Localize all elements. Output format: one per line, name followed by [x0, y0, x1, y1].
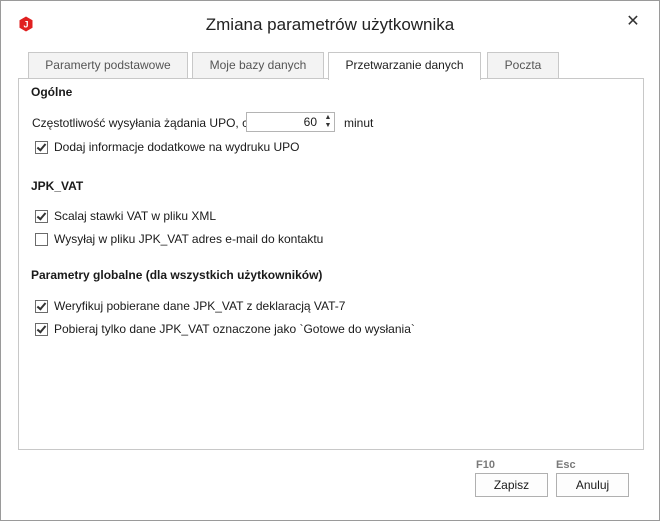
checkbox-only-ready-label: Pobieraj tylko dane JPK_VAT oznaczone ja… — [54, 322, 415, 336]
cancel-hotkey-hint: Esc — [556, 459, 576, 471]
upo-frequency-input[interactable] — [247, 113, 321, 131]
upo-frequency-unit: minut — [344, 116, 374, 130]
checkbox-only-ready-row[interactable]: Pobieraj tylko dane JPK_VAT oznaczone ja… — [35, 321, 415, 337]
tab-my-databases[interactable]: Moje bazy danych — [192, 52, 324, 78]
tab-basic-parameters[interactable]: Paramerty podstawowe — [28, 52, 188, 78]
dialog-title: Zmiana parametrów użytkownika — [205, 15, 455, 34]
checkbox-extra-info-row[interactable]: Dodaj informacje dodatkowe na wydruku UP… — [35, 139, 299, 155]
spinner-arrows: ▲ ▼ — [323, 114, 333, 130]
checkbox-merge-rates[interactable] — [35, 209, 48, 223]
save-button[interactable]: Zapisz — [475, 473, 548, 497]
checkbox-send-email-row[interactable]: Wysyłaj w pliku JPK_VAT adres e-mail do … — [35, 231, 323, 247]
tab-mail[interactable]: Poczta — [487, 52, 559, 78]
checkbox-send-email[interactable] — [35, 232, 48, 246]
tab-panel: Ogólne Częstotliwość wysyłania żądania U… — [18, 78, 644, 450]
checkbox-verify[interactable] — [35, 299, 48, 313]
checkbox-merge-rates-row[interactable]: Scalaj stawki VAT w pliku XML — [35, 208, 216, 224]
section-heading-jpk-vat: JPK_VAT — [31, 179, 84, 193]
checkbox-merge-rates-label: Scalaj stawki VAT w pliku XML — [54, 209, 217, 223]
tab-data-processing[interactable]: Przetwarzanie danych — [328, 52, 481, 80]
checkbox-only-ready[interactable] — [35, 322, 48, 336]
upo-frequency-label: Częstotliwość wysyłania żądania UPO, co — [32, 116, 255, 130]
close-icon[interactable]: ✕ — [625, 13, 641, 31]
upo-frequency-spinner[interactable]: ▲ ▼ — [246, 112, 335, 132]
section-heading-global: Parametry globalne (dla wszystkich użytk… — [31, 268, 323, 282]
spin-down-icon[interactable]: ▼ — [323, 122, 333, 130]
checkbox-verify-label: Weryfikuj pobierane dane JPK_VAT z dekla… — [54, 299, 346, 313]
checkbox-extra-info[interactable] — [35, 140, 48, 154]
cancel-button[interactable]: Anuluj — [556, 473, 629, 497]
checkbox-verify-row[interactable]: Weryfikuj pobierane dane JPK_VAT z dekla… — [35, 298, 345, 314]
dialog-window: J Zmiana parametrów użytkownika ✕ Parame… — [0, 0, 660, 521]
save-hotkey-hint: F10 — [476, 459, 495, 471]
section-heading-general: Ogólne — [31, 85, 73, 99]
spin-up-icon[interactable]: ▲ — [323, 114, 333, 122]
checkbox-extra-info-label: Dodaj informacje dodatkowe na wydruku UP… — [54, 140, 300, 154]
checkbox-send-email-label: Wysyłaj w pliku JPK_VAT adres e-mail do … — [54, 232, 324, 246]
